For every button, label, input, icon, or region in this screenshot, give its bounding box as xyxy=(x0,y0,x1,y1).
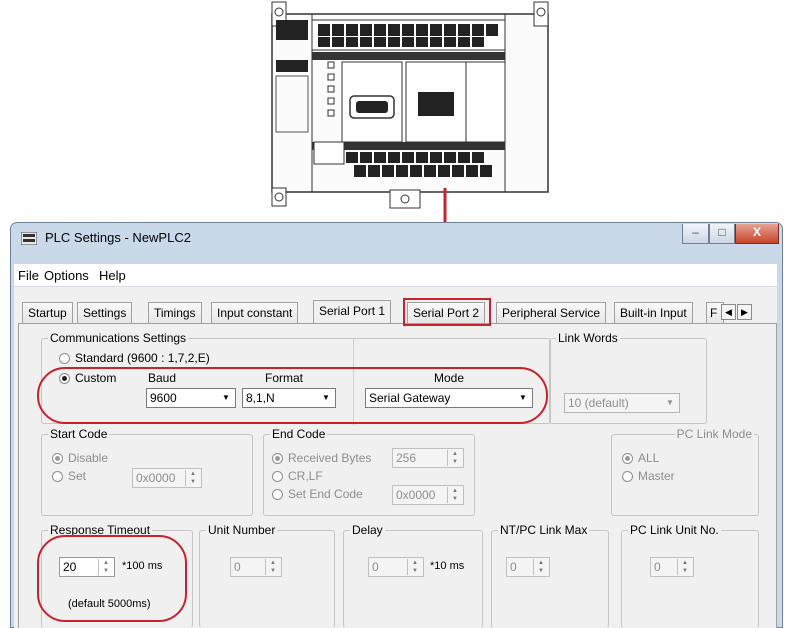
link-words-label: Link Words xyxy=(556,331,620,345)
response-timeout-highlight xyxy=(37,535,187,622)
pc-link-unit-no-input[interactable]: 0 ▲ ▼ xyxy=(650,557,694,577)
plc-device-illustration xyxy=(271,1,549,209)
spin-arrows-icon[interactable]: ▲ ▼ xyxy=(265,559,280,575)
maximize-button[interactable]: □ xyxy=(709,224,735,244)
app-icon xyxy=(21,232,37,245)
chevron-down-icon: ▼ xyxy=(666,398,674,407)
pc-link-all-radio[interactable] xyxy=(622,453,633,464)
crlf-label: CR,LF xyxy=(288,469,323,483)
link-words-value: 10 (default) xyxy=(568,396,629,410)
close-button[interactable]: X xyxy=(735,224,779,244)
nt-pc-link-max-group: NT/PC Link Max 0 ▲ ▼ xyxy=(491,523,609,628)
serial-port-2-highlight xyxy=(403,298,491,326)
tab-timings[interactable]: Timings xyxy=(148,302,202,323)
tab-strip: Startup Settings Timings Input constant … xyxy=(22,300,782,324)
end-code-group: End Code Received Bytes 256 ▲ ▼ CR,LF Set… xyxy=(263,427,475,516)
delay-value: 0 xyxy=(372,560,379,574)
minimize-button[interactable]: – xyxy=(682,224,709,244)
tab-peripheral-service[interactable]: Peripheral Service xyxy=(496,302,607,323)
comm-settings-highlight xyxy=(37,367,548,424)
spin-arrows-icon[interactable]: ▲ ▼ xyxy=(185,470,200,486)
set-end-code-input[interactable]: 0x0000 ▲ ▼ xyxy=(392,485,464,505)
pc-link-mode-group: PC Link Mode ALL Master xyxy=(611,427,759,516)
window-title: PLC Settings - NewPLC2 xyxy=(45,230,191,245)
start-code-label: Start Code xyxy=(48,427,110,441)
unit-number-group: Unit Number 0 ▲ ▼ xyxy=(199,523,335,628)
spin-arrows-icon[interactable]: ▲ ▼ xyxy=(533,559,548,575)
pc-link-all-label: ALL xyxy=(638,451,660,465)
tab-scroll-right-button[interactable]: ▶ xyxy=(737,304,752,320)
tab-input-constant[interactable]: Input constant xyxy=(211,302,299,323)
tab-scroll-left-button[interactable]: ◀ xyxy=(721,304,736,320)
tab-serial-port-1[interactable]: Serial Port 1 xyxy=(313,300,392,324)
set-end-code-value: 0x0000 xyxy=(396,488,436,502)
tab-settings[interactable]: Settings xyxy=(77,302,133,323)
pc-link-unit-no-value: 0 xyxy=(654,560,661,574)
link-words-select[interactable]: 10 (default) ▼ xyxy=(564,393,680,413)
standard-label: Standard (9600 : 1,7,2,E) xyxy=(75,351,210,365)
start-code-disable-radio[interactable] xyxy=(52,453,63,464)
start-code-group: Start Code Disable Set 0x0000 ▲ ▼ xyxy=(41,427,253,516)
delay-input[interactable]: 0 ▲ ▼ xyxy=(368,557,424,577)
unit-number-value: 0 xyxy=(234,560,241,574)
start-code-set-radio[interactable] xyxy=(52,471,63,482)
spin-arrows-icon[interactable]: ▲ ▼ xyxy=(407,559,422,575)
pc-link-unit-no-label: PC Link Unit No. xyxy=(628,523,721,537)
delay-group: Delay 0 ▲ ▼ *10 ms xyxy=(343,523,483,628)
communications-settings-label: Communications Settings xyxy=(48,331,189,345)
spin-arrows-icon[interactable]: ▲ ▼ xyxy=(447,450,462,466)
spin-arrows-icon[interactable]: ▲ ▼ xyxy=(677,559,692,575)
menu-options[interactable]: Options xyxy=(44,268,89,283)
start-code-value: 0x0000 xyxy=(136,471,176,485)
set-end-code-label: Set End Code xyxy=(288,487,363,501)
pc-link-unit-no-group: PC Link Unit No. 0 ▲ ▼ xyxy=(621,523,759,628)
menu-help[interactable]: Help xyxy=(99,268,126,283)
menu-file[interactable]: File xyxy=(18,268,39,283)
menu-bar: File Options Help xyxy=(14,264,777,287)
received-bytes-label: Received Bytes xyxy=(288,451,372,465)
start-code-disable-label: Disable xyxy=(68,451,109,465)
nt-pc-link-max-label: NT/PC Link Max xyxy=(498,523,590,537)
received-bytes-value: 256 xyxy=(396,451,417,465)
received-bytes-radio[interactable] xyxy=(272,453,283,464)
pc-link-master-radio[interactable] xyxy=(622,471,633,482)
standard-radio[interactable] xyxy=(59,353,70,364)
tab-startup[interactable]: Startup xyxy=(22,302,73,323)
delay-label: Delay xyxy=(350,523,385,537)
nt-pc-link-max-value: 0 xyxy=(510,560,517,574)
nt-pc-link-max-input[interactable]: 0 ▲ ▼ xyxy=(506,557,550,577)
link-words-group: Link Words 10 (default) ▼ xyxy=(549,331,707,424)
tab-built-in-input[interactable]: Built-in Input xyxy=(614,302,693,323)
delay-unit: *10 ms xyxy=(430,560,465,572)
pc-link-master-label: Master xyxy=(638,469,675,483)
spin-arrows-icon[interactable]: ▲ ▼ xyxy=(447,487,462,503)
pc-link-mode-label: PC Link Mode xyxy=(674,427,754,441)
set-end-code-radio[interactable] xyxy=(272,489,283,500)
end-code-label: End Code xyxy=(270,427,328,441)
unit-number-label: Unit Number xyxy=(206,523,278,537)
unit-number-input[interactable]: 0 ▲ ▼ xyxy=(230,557,282,577)
start-code-input[interactable]: 0x0000 ▲ ▼ xyxy=(132,468,202,488)
start-code-set-label: Set xyxy=(68,469,87,483)
received-bytes-input[interactable]: 256 ▲ ▼ xyxy=(392,448,464,468)
crlf-radio[interactable] xyxy=(272,471,283,482)
